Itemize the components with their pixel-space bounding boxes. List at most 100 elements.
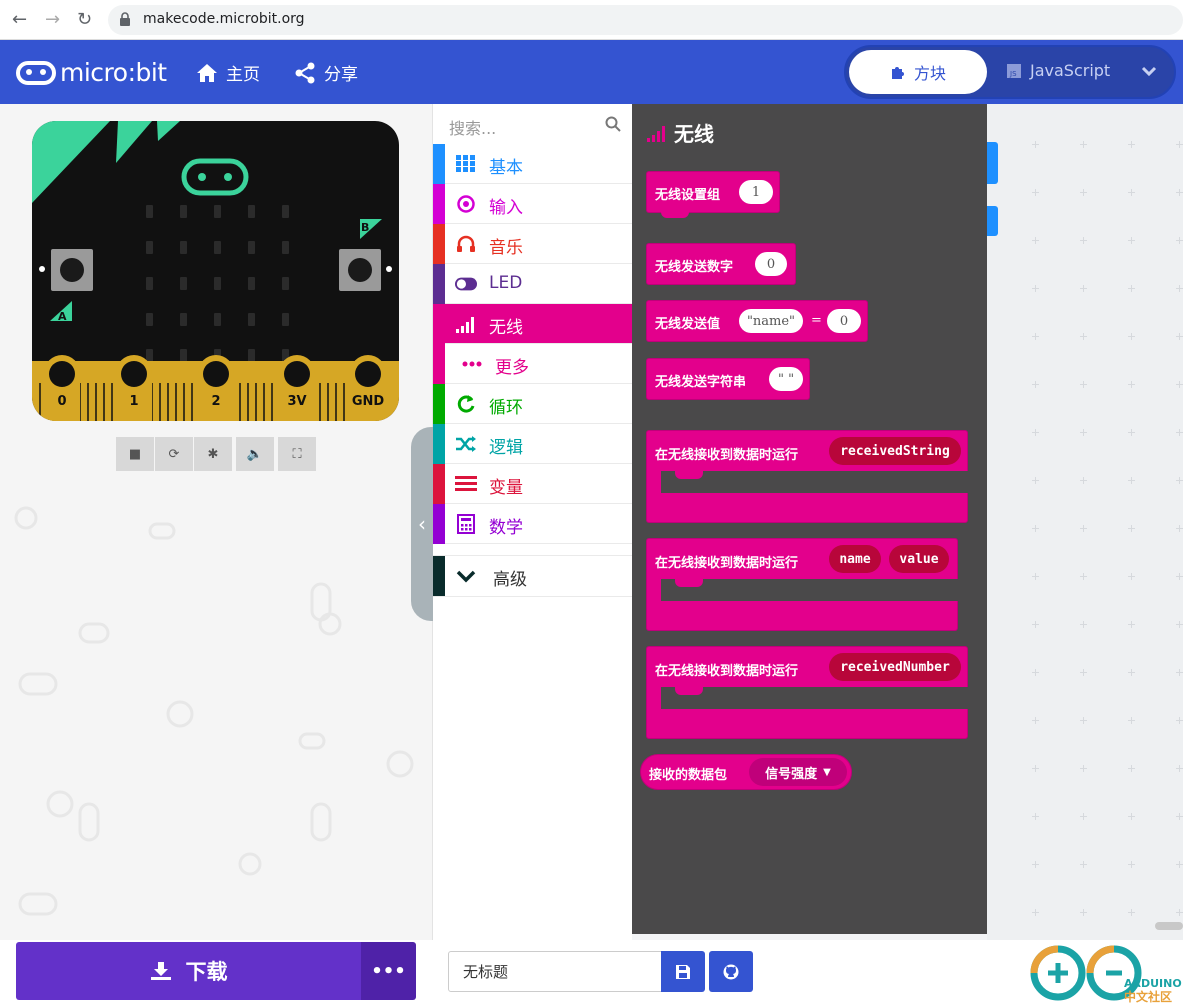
- string-value[interactable]: " ": [769, 367, 803, 391]
- category-label: 无线: [489, 318, 523, 338]
- debug-icon[interactable]: ✱: [194, 437, 232, 471]
- flyout-title: 无线: [646, 118, 714, 147]
- toolbox-category-5[interactable]: 无线: [433, 304, 633, 344]
- block-label: 在无线接收到数据时运行: [655, 556, 799, 571]
- value-variable[interactable]: value: [889, 545, 949, 573]
- group-value[interactable]: 1: [739, 180, 773, 204]
- button-a-label: A: [58, 310, 67, 323]
- microbit-board: A B 0 1 2 3V GND: [32, 121, 399, 421]
- category-color-bar: [433, 304, 445, 344]
- toolbox-category-6[interactable]: 更多: [433, 344, 633, 384]
- toolbox-category-11[interactable]: 高级: [433, 555, 633, 597]
- bottom-bar: 下载 ••• 无标题 ARDUINO 中文社区: [0, 940, 1183, 1007]
- on-received-number-block[interactable]: 在无线接收到数据时运行 receivedNumber: [646, 646, 969, 739]
- microbit-logo[interactable]: micro:bit: [16, 58, 167, 87]
- fullscreen-icon[interactable]: ⛶: [278, 437, 316, 471]
- led: [214, 313, 221, 326]
- toolbox-category-10[interactable]: 数学: [433, 504, 633, 544]
- collapse-simulator-button[interactable]: ‹: [411, 427, 433, 621]
- pin-label: 1: [129, 394, 139, 409]
- calculator-icon: [455, 513, 477, 535]
- dots-icon: [461, 353, 483, 375]
- workspace-block[interactable]: [987, 206, 998, 236]
- pin-gnd[interactable]: [350, 355, 386, 421]
- download-button[interactable]: 下载: [16, 942, 361, 1000]
- received-number-variable[interactable]: receivedNumber: [829, 653, 961, 681]
- statement-slot: [661, 471, 969, 493]
- stop-icon[interactable]: ■: [116, 437, 154, 471]
- signal-icon: [455, 313, 477, 335]
- simulator-panel: A B 0 1 2 3V GND ■ ⟳ ✱ 🔈 ⛶: [0, 104, 432, 940]
- name-variable[interactable]: name: [829, 545, 881, 573]
- more-options-button[interactable]: •••: [361, 942, 416, 1000]
- led: [180, 241, 187, 254]
- toolbox-category-1[interactable]: 基本: [433, 144, 633, 184]
- name-string[interactable]: "name": [739, 309, 803, 333]
- share-button[interactable]: 分享: [294, 60, 358, 85]
- chevron-down-icon[interactable]: [1140, 62, 1158, 80]
- download-icon: [150, 962, 171, 980]
- save-icon: [676, 964, 690, 979]
- radio-send-value-block[interactable]: 无线发送值 "name" = 0: [646, 300, 868, 342]
- value-number[interactable]: 0: [827, 309, 861, 333]
- radio-send-string-block[interactable]: 无线发送字符串 " ": [646, 358, 810, 400]
- restart-icon[interactable]: ⟳: [155, 437, 193, 471]
- led: [282, 313, 289, 326]
- led: [146, 241, 153, 254]
- category-color-bar: [433, 556, 445, 596]
- button-b[interactable]: [339, 249, 381, 291]
- block-workspace[interactable]: [987, 104, 1183, 940]
- category-color-bar: [433, 464, 445, 504]
- radio-set-group-block[interactable]: 无线设置组 1: [646, 171, 780, 218]
- toolbox-search[interactable]: 搜索...: [433, 104, 633, 144]
- statement-slot: [661, 579, 959, 601]
- pin-0[interactable]: [44, 355, 80, 421]
- button-a[interactable]: [51, 249, 93, 291]
- pin-3v[interactable]: [279, 355, 315, 421]
- caret-down-icon: ▼: [823, 766, 831, 778]
- led: [146, 277, 153, 290]
- on-received-string-block[interactable]: 在无线接收到数据时运行 receivedString: [646, 430, 969, 523]
- back-icon[interactable]: ←: [12, 9, 27, 30]
- pin-label: 3V: [287, 394, 307, 409]
- address-bar[interactable]: makecode.microbit.org: [108, 5, 1183, 35]
- javascript-tab[interactable]: JS JavaScript: [1006, 61, 1110, 80]
- toolbox: 搜索... 基本 输入 音乐 LED 无线更多循环 逻辑 变量 数学高级: [432, 104, 633, 940]
- received-packet-block[interactable]: 接收的数据包 信号强度 ▼: [640, 754, 852, 790]
- reload-icon[interactable]: ↻: [77, 9, 92, 30]
- blocks-tab[interactable]: 方块: [849, 50, 987, 94]
- led: [180, 313, 187, 326]
- project-name-input[interactable]: 无标题: [448, 951, 662, 992]
- sound-icon[interactable]: 🔈: [236, 437, 274, 471]
- github-button[interactable]: [709, 951, 753, 992]
- led: [248, 277, 255, 290]
- workspace-block[interactable]: [987, 142, 998, 184]
- blocks-label: 方块: [913, 64, 946, 83]
- radio-send-number-block[interactable]: 无线发送数字 0: [646, 243, 796, 285]
- toolbox-category-8[interactable]: 逻辑: [433, 424, 633, 464]
- save-button[interactable]: [661, 951, 705, 992]
- toolbox-category-3[interactable]: 音乐: [433, 224, 633, 264]
- on-received-value-block[interactable]: 在无线接收到数据时运行 name value: [646, 538, 959, 631]
- toolbox-category-7[interactable]: 循环: [433, 384, 633, 424]
- project-name: 无标题: [463, 963, 509, 981]
- share-label: 分享: [324, 65, 358, 85]
- toolbox-category-2[interactable]: 输入: [433, 184, 633, 224]
- category-label: 更多: [495, 358, 529, 378]
- pin-2[interactable]: [198, 355, 234, 421]
- received-string-variable[interactable]: receivedString: [829, 437, 961, 465]
- led: [282, 205, 289, 218]
- watermark-sub: 中文社区: [1124, 989, 1172, 1004]
- download-label: 下载: [185, 960, 228, 984]
- packet-property-dropdown[interactable]: 信号强度 ▼: [749, 758, 847, 786]
- watermark-text: ARDUINO: [1124, 977, 1182, 990]
- number-value[interactable]: 0: [755, 252, 787, 276]
- search-input[interactable]: 搜索...: [449, 115, 496, 139]
- pin-1[interactable]: [116, 355, 152, 421]
- home-button[interactable]: 主页: [196, 60, 260, 85]
- workspace-scrollbar[interactable]: [1155, 922, 1183, 930]
- toolbox-category-9[interactable]: 变量: [433, 464, 633, 504]
- search-icon[interactable]: [605, 116, 621, 132]
- forward-icon[interactable]: →: [45, 9, 60, 30]
- toolbox-category-4[interactable]: LED: [433, 264, 633, 304]
